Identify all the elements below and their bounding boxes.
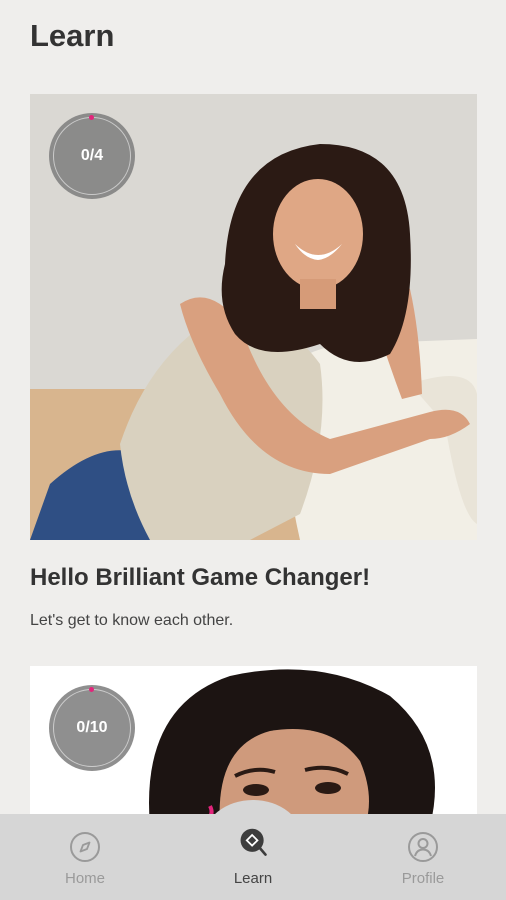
learn-screen: Learn 0/4 Hello Brilliant Game Changer! …: [0, 0, 506, 900]
course-image[interactable]: 0/4: [30, 94, 477, 540]
bottom-navigation: Home Learn Profile: [0, 800, 506, 900]
nav-item-home[interactable]: Home: [25, 814, 145, 900]
learn-search-icon: [240, 828, 267, 856]
nav-label-learn: Learn: [233, 870, 273, 887]
progress-count: 0/10: [76, 719, 108, 736]
progress-badge: 0/4: [49, 113, 135, 199]
nav-label-home: Home: [64, 870, 105, 887]
nav-item-learn[interactable]: Learn: [193, 814, 313, 900]
nav-item-profile[interactable]: Profile: [363, 814, 483, 900]
progress-badge: 0/10: [49, 685, 135, 771]
nav-label-profile: Profile: [401, 870, 445, 887]
course-title[interactable]: Hello Brilliant Game Changer!: [30, 564, 370, 592]
person-icon: [408, 832, 438, 862]
course-subtitle: Let's get to know each other.: [30, 612, 234, 629]
compass-icon: [70, 832, 100, 862]
course-card[interactable]: 0/4 Hello Brilliant Game Changer! Let's …: [30, 94, 477, 629]
page-title: Learn: [30, 18, 115, 53]
progress-count: 0/4: [80, 147, 104, 164]
